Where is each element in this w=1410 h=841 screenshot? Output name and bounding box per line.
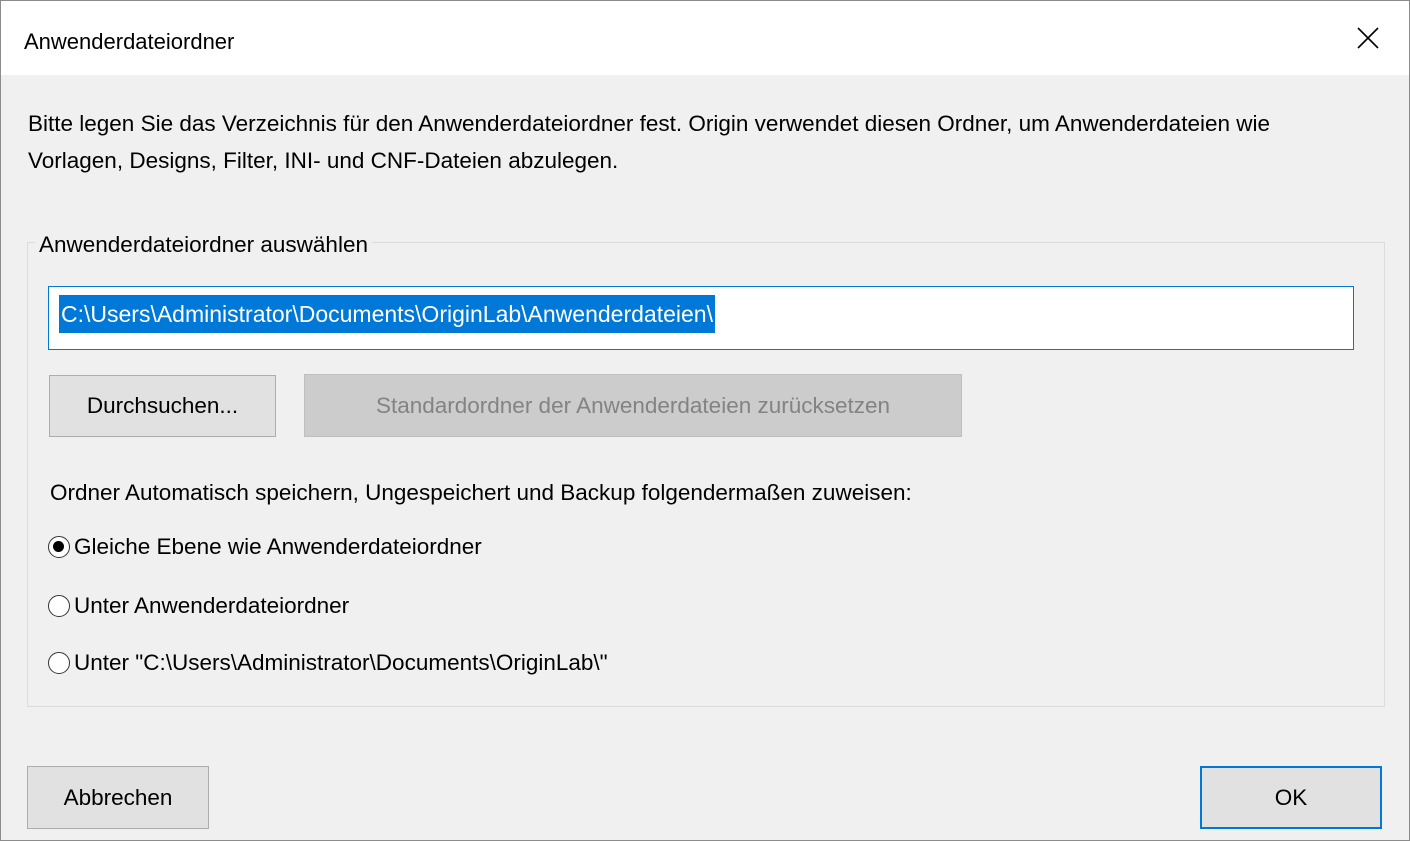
browse-button[interactable]: Durchsuchen...: [49, 375, 276, 437]
dialog-window: Anwenderdateiordner Bitte legen Sie das …: [0, 0, 1410, 841]
window-title: Anwenderdateiordner: [24, 29, 235, 54]
radio-label: Gleiche Ebene wie Anwenderdateiordner: [74, 534, 482, 559]
radio-option-same-level[interactable]: Gleiche Ebene wie Anwenderdateiordner: [48, 532, 482, 562]
reset-default-folder-button[interactable]: Standardordner der Anwenderdateien zurüc…: [304, 374, 962, 437]
radio-label: Unter "C:\Users\Administrator\Documents\…: [74, 650, 608, 675]
ok-button[interactable]: OK: [1200, 766, 1382, 829]
radio-button-checked[interactable]: [48, 536, 70, 558]
title-bar: Anwenderdateiordner: [1, 1, 1409, 75]
radio-option-under-originlab[interactable]: Unter "C:\Users\Administrator\Documents\…: [48, 648, 608, 678]
folder-path-text: C:\Users\Administrator\Documents\OriginL…: [59, 295, 715, 333]
close-icon: [1357, 27, 1379, 49]
folder-path-input[interactable]: C:\Users\Administrator\Documents\OriginL…: [48, 286, 1354, 350]
cancel-button[interactable]: Abbrechen: [27, 766, 209, 829]
radio-button[interactable]: [48, 652, 70, 674]
radio-option-under-user-folder[interactable]: Unter Anwenderdateiordner: [48, 591, 349, 621]
description-text: Bitte legen Sie das Verzeichnis für den …: [28, 111, 1270, 173]
groupbox-label: Anwenderdateiordner auswählen: [35, 230, 372, 260]
radio-button[interactable]: [48, 595, 70, 617]
assign-folders-label: Ordner Automatisch speichern, Ungespeich…: [50, 480, 912, 505]
close-button[interactable]: [1327, 1, 1409, 75]
radio-label: Unter Anwenderdateiordner: [74, 593, 350, 618]
